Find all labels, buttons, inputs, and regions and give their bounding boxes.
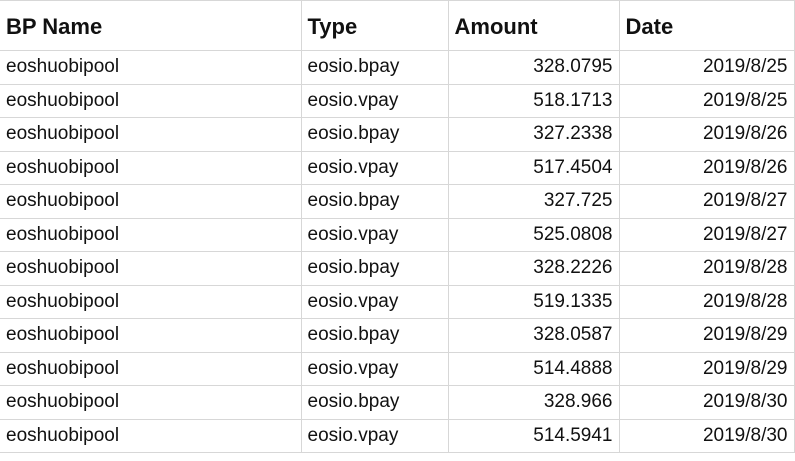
cell-amount[interactable]: 514.5941 [448, 419, 620, 453]
cell-bp-name[interactable]: eoshuobipool [0, 50, 302, 85]
cell-date[interactable]: 2019/8/27 [619, 184, 795, 219]
cell-type[interactable]: eosio.bpay [301, 318, 449, 353]
cell-type[interactable]: eosio.vpay [301, 218, 449, 252]
cell-type[interactable]: eosio.vpay [301, 419, 449, 453]
cell-bp-name[interactable]: eoshuobipool [0, 218, 302, 252]
cell-date[interactable]: 2019/8/25 [619, 84, 795, 118]
cell-amount[interactable]: 328.966 [448, 385, 620, 420]
cell-date[interactable]: 2019/8/26 [619, 117, 795, 152]
table-row: eoshuobipool eosio.bpay 328.2226 2019/8/… [0, 251, 795, 286]
cell-amount[interactable]: 517.4504 [448, 151, 620, 185]
cell-date[interactable]: 2019/8/27 [619, 218, 795, 252]
cell-bp-name[interactable]: eoshuobipool [0, 117, 302, 152]
cell-bp-name[interactable]: eoshuobipool [0, 285, 302, 319]
table-row: eoshuobipool eosio.vpay 519.1335 2019/8/… [0, 285, 795, 319]
cell-amount[interactable]: 525.0808 [448, 218, 620, 252]
cell-type[interactable]: eosio.vpay [301, 84, 449, 118]
cell-bp-name[interactable]: eoshuobipool [0, 419, 302, 453]
cell-type[interactable]: eosio.vpay [301, 151, 449, 185]
payout-table: BP Name Type Amount Date eoshuobipool eo… [0, 0, 795, 453]
cell-amount[interactable]: 327.2338 [448, 117, 620, 152]
cell-bp-name[interactable]: eoshuobipool [0, 318, 302, 353]
cell-date[interactable]: 2019/8/30 [619, 419, 795, 453]
cell-bp-name[interactable]: eoshuobipool [0, 184, 302, 219]
cell-amount[interactable]: 328.2226 [448, 251, 620, 286]
cell-amount[interactable]: 518.1713 [448, 84, 620, 118]
cell-bp-name[interactable]: eoshuobipool [0, 151, 302, 185]
cell-date[interactable]: 2019/8/29 [619, 352, 795, 386]
table-row: eoshuobipool eosio.bpay 327.2338 2019/8/… [0, 117, 795, 152]
cell-date[interactable]: 2019/8/28 [619, 285, 795, 319]
table-row: eoshuobipool eosio.vpay 518.1713 2019/8/… [0, 84, 795, 118]
header-date[interactable]: Date [619, 0, 795, 51]
table-row: eoshuobipool eosio.vpay 517.4504 2019/8/… [0, 151, 795, 185]
cell-date[interactable]: 2019/8/28 [619, 251, 795, 286]
cell-type[interactable]: eosio.bpay [301, 385, 449, 420]
cell-date[interactable]: 2019/8/29 [619, 318, 795, 353]
table-row: eoshuobipool eosio.bpay 328.0587 2019/8/… [0, 318, 795, 353]
cell-bp-name[interactable]: eoshuobipool [0, 251, 302, 286]
cell-amount[interactable]: 514.4888 [448, 352, 620, 386]
cell-bp-name[interactable]: eoshuobipool [0, 385, 302, 420]
cell-amount[interactable]: 328.0795 [448, 50, 620, 85]
cell-type[interactable]: eosio.bpay [301, 117, 449, 152]
table-row: eoshuobipool eosio.vpay 514.4888 2019/8/… [0, 352, 795, 386]
header-type[interactable]: Type [301, 0, 449, 51]
cell-type[interactable]: eosio.bpay [301, 251, 449, 286]
spreadsheet-view: BP Name Type Amount Date eoshuobipool eo… [0, 0, 795, 461]
cell-amount[interactable]: 328.0587 [448, 318, 620, 353]
cell-bp-name[interactable]: eoshuobipool [0, 352, 302, 386]
table-row: eoshuobipool eosio.bpay 328.0795 2019/8/… [0, 50, 795, 85]
cell-date[interactable]: 2019/8/26 [619, 151, 795, 185]
header-row: BP Name Type Amount Date [0, 0, 795, 51]
table-row: eoshuobipool eosio.bpay 328.966 2019/8/3… [0, 385, 795, 420]
cell-type[interactable]: eosio.vpay [301, 352, 449, 386]
cell-type[interactable]: eosio.vpay [301, 285, 449, 319]
cell-date[interactable]: 2019/8/30 [619, 385, 795, 420]
header-amount[interactable]: Amount [448, 0, 620, 51]
header-bp-name[interactable]: BP Name [0, 0, 302, 51]
table-row: eoshuobipool eosio.bpay 327.725 2019/8/2… [0, 184, 795, 219]
cell-amount[interactable]: 519.1335 [448, 285, 620, 319]
cell-type[interactable]: eosio.bpay [301, 50, 449, 85]
table-row: eoshuobipool eosio.vpay 514.5941 2019/8/… [0, 419, 795, 453]
table-row: eoshuobipool eosio.vpay 525.0808 2019/8/… [0, 218, 795, 252]
cell-type[interactable]: eosio.bpay [301, 184, 449, 219]
cell-bp-name[interactable]: eoshuobipool [0, 84, 302, 118]
cell-amount[interactable]: 327.725 [448, 184, 620, 219]
cell-date[interactable]: 2019/8/25 [619, 50, 795, 85]
